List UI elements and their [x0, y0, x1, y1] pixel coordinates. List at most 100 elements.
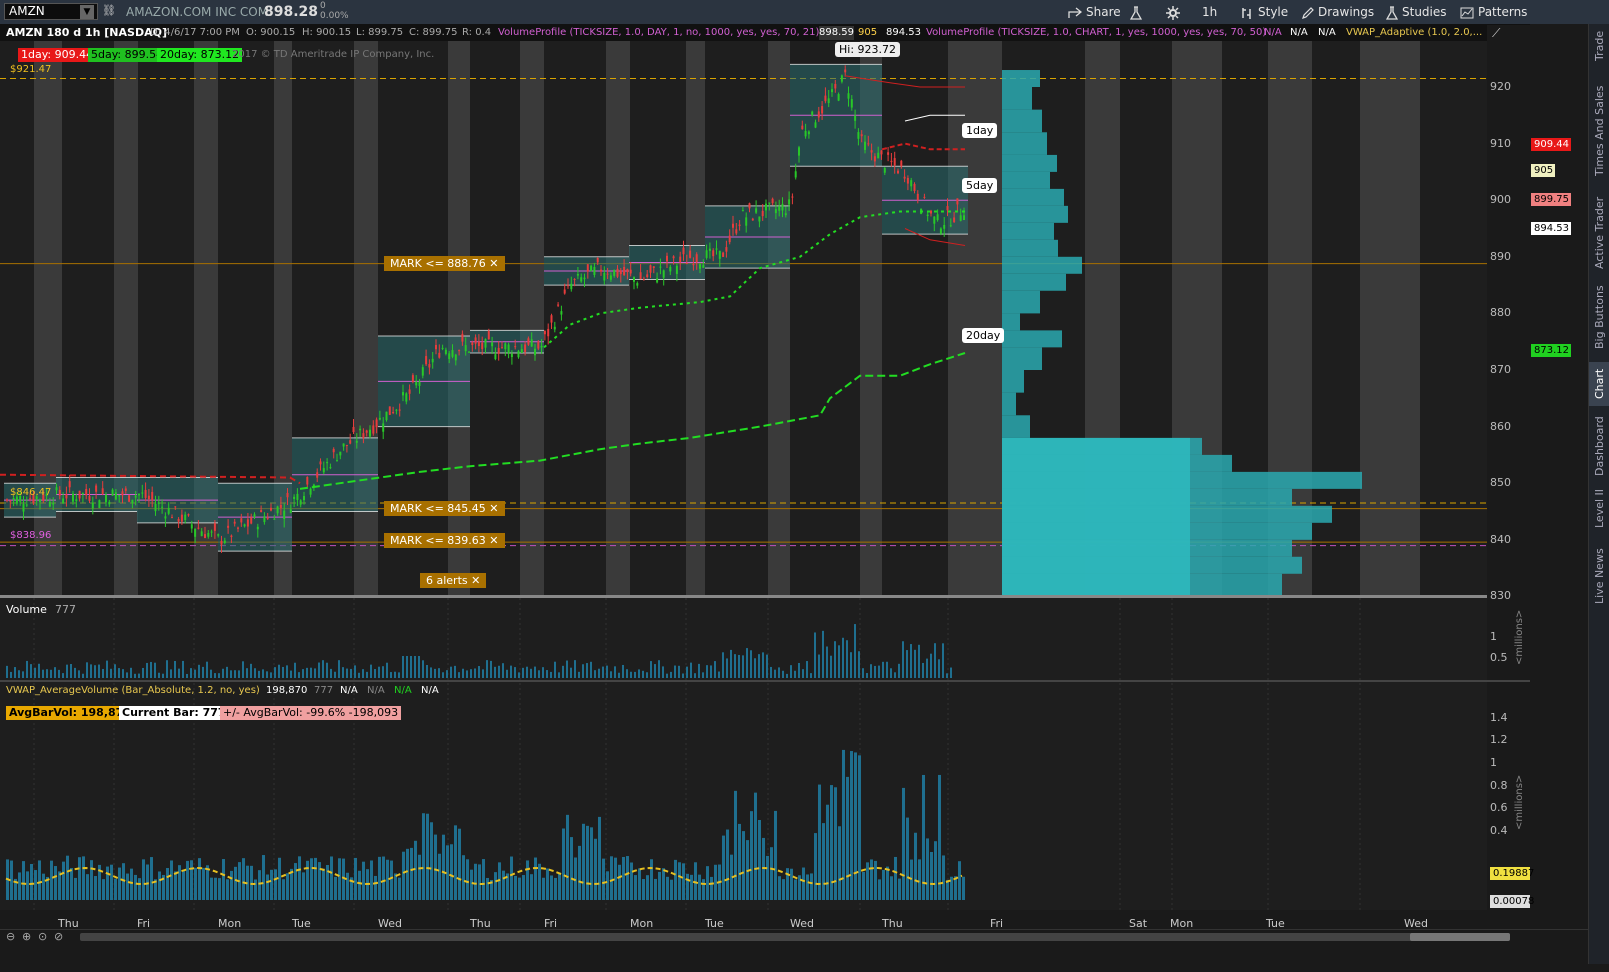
candle-body [266, 517, 269, 519]
candle-body [217, 534, 220, 536]
share-button[interactable]: Share [1062, 0, 1127, 24]
candle-body [487, 331, 490, 340]
vwap-na2: N/A [367, 685, 385, 696]
vp-day-val2: 905 [858, 27, 878, 38]
zoom-fit-icon[interactable]: ⊙ [38, 930, 47, 943]
vwap-volume-bar [90, 860, 93, 900]
candle-body [850, 99, 853, 108]
candle-body [101, 488, 104, 494]
vwap-volume-bar [294, 863, 297, 900]
candle-body [956, 198, 959, 205]
candle-body [748, 203, 751, 209]
vwap-volume-bar [370, 860, 373, 900]
vwap-volume-bar [262, 855, 265, 900]
vwap-volume-bar [586, 825, 589, 900]
vwap-volume-bar [438, 853, 441, 900]
price-pane-divider[interactable] [0, 595, 1487, 598]
flask-button[interactable] [1124, 0, 1152, 24]
studies-button[interactable]: Studies [1380, 0, 1453, 24]
side-tab-live-news[interactable]: Live News [1589, 536, 1609, 616]
mark-alert-845[interactable]: MARK <= 845.45 ✕ [384, 501, 505, 516]
zoom-out-icon[interactable]: ⊖ [6, 930, 15, 943]
volume-bar [158, 672, 160, 678]
study-vp-chart[interactable]: VolumeProfile (TICKSIZE, 1.0, CHART, 1, … [926, 26, 1266, 40]
vwap-volume-bar [182, 871, 185, 900]
volume-pane-divider[interactable] [0, 680, 1530, 682]
vwap-val1: 198,870 [266, 685, 308, 696]
volume-bar [162, 673, 164, 678]
candle-body [184, 514, 187, 521]
price-chart[interactable] [0, 24, 1530, 964]
side-tab-trade[interactable]: Trade [1589, 24, 1609, 68]
zoom-in-icon[interactable]: ⊕ [22, 930, 31, 943]
volume-bar [538, 670, 540, 678]
volume-bar [126, 672, 128, 678]
vwap-volume-bar [546, 868, 549, 900]
settings-button[interactable] [1160, 0, 1190, 24]
volume-bar [302, 669, 304, 678]
candle-body [421, 367, 424, 376]
link-icon[interactable]: ⛓ [102, 4, 116, 17]
volume-bar [250, 663, 252, 678]
style-label: Style [1258, 5, 1289, 19]
chart-title: AMZN 180 d 1h [NASDAQ] [6, 26, 167, 39]
style-button[interactable]: Style [1234, 0, 1294, 24]
side-tab-active-trader[interactable]: Active Trader [1589, 194, 1609, 272]
candle-body [738, 224, 741, 226]
candle-body [613, 269, 616, 276]
study-vp-day[interactable]: VolumeProfile (TICKSIZE, 1.0, DAY, 1, no… [498, 26, 819, 40]
mark-alert-888[interactable]: MARK <= 888.76 ✕ [384, 256, 505, 271]
candle-body [171, 517, 173, 519]
volume-tick-05: 0.5 [1490, 651, 1508, 664]
close-icon[interactable]: ✕ [489, 534, 498, 547]
candle-body [573, 278, 576, 280]
side-tab-level-ii[interactable]: Level II [1589, 486, 1609, 530]
vwap-volume-bar [66, 855, 69, 900]
alerts-count[interactable]: 6 alerts ✕ [420, 573, 487, 588]
vwap-study-title[interactable]: VWAP_AverageVolume (Bar_Absolute, 1.2, n… [6, 684, 260, 698]
zoom-reset-icon[interactable]: ⊘ [54, 930, 63, 943]
volume-bar [66, 664, 68, 678]
mark-alert-839[interactable]: MARK <= 839.63 ✕ [384, 533, 505, 548]
session-stripe [520, 41, 544, 596]
volume-bar [514, 667, 516, 678]
close-icon[interactable]: ✕ [489, 502, 498, 515]
side-tab-dashboard[interactable]: Dashboard [1589, 414, 1609, 478]
study-vwap[interactable]: VWAP_Adaptive (1.0, 2.0,... [1346, 26, 1482, 40]
volume-bar [62, 673, 64, 678]
horizontal-scrollbar[interactable] [80, 933, 1510, 941]
volume-bar [730, 649, 732, 678]
candle-body [111, 489, 114, 496]
symbol-dropdown-icon[interactable]: ▼ [80, 5, 94, 19]
drawings-button[interactable]: Drawings [1296, 0, 1380, 24]
crosshair-tool-icon[interactable]: ⟋ [1492, 26, 1508, 40]
timeframe-button[interactable]: 1h [1196, 0, 1223, 24]
volume-bar [86, 662, 88, 678]
side-tab-big-buttons[interactable]: Big Buttons [1589, 280, 1609, 354]
close-icon[interactable]: ✕ [489, 257, 498, 270]
candle-body [177, 519, 180, 522]
scrollbar-thumb[interactable] [1410, 933, 1510, 941]
volume-bar [942, 643, 944, 678]
close-icon[interactable]: ✕ [471, 574, 480, 587]
candle-body [755, 208, 758, 213]
candle-body [520, 349, 523, 353]
side-tab-times-and-sales[interactable]: Times And Sales [1589, 76, 1609, 186]
candle-body [197, 527, 200, 529]
candle-body [220, 540, 223, 545]
patterns-button[interactable]: Patterns [1454, 0, 1533, 24]
candle-body [494, 354, 497, 360]
candle-body [913, 183, 916, 191]
side-tab-chart[interactable]: Chart [1589, 362, 1609, 406]
candle-body [121, 491, 124, 496]
candle-body [534, 348, 536, 356]
vwap-volume-bar [530, 874, 533, 900]
candle-body [543, 330, 546, 335]
volume-bar [554, 661, 556, 678]
bar-date: D: 4/6/17 7:00 PM [150, 27, 240, 38]
volume-bar [758, 654, 760, 678]
volume-bar [322, 660, 324, 678]
candle-body [260, 510, 263, 513]
volume-bar [314, 668, 316, 678]
candle-body [530, 339, 533, 347]
